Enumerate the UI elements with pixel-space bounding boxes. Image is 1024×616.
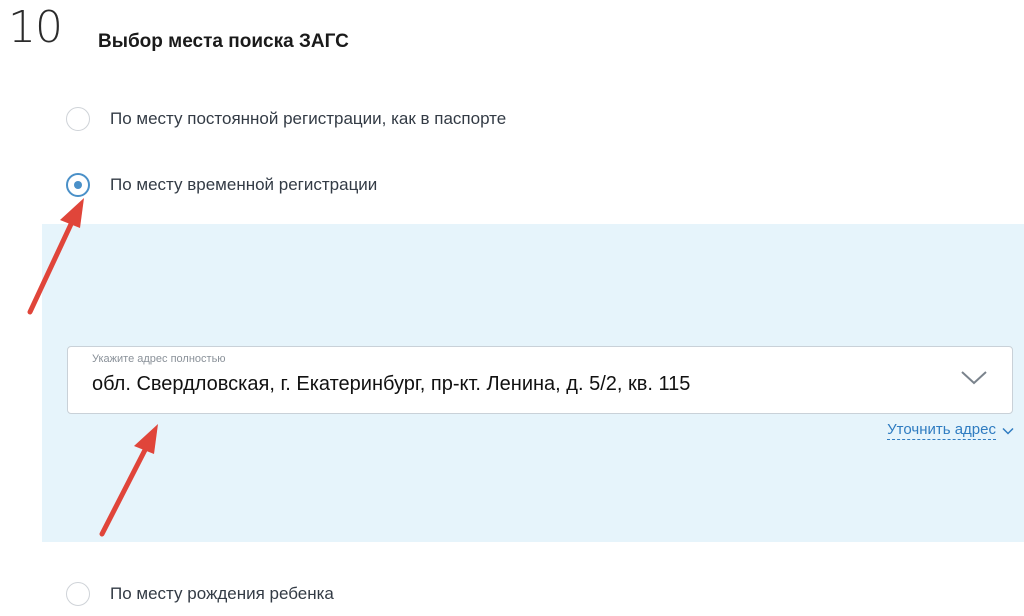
address-value[interactable]: обл. Свердловская, г. Екатеринбург, пр-к… [92, 371, 690, 397]
radio-temporary-registration[interactable] [66, 173, 90, 197]
option-permanent-registration[interactable]: По месту постоянной регистрации, как в п… [66, 106, 506, 132]
option-child-birthplace[interactable]: По месту рождения ребенка [66, 581, 334, 607]
refine-address-label: Уточнить адрес [887, 421, 996, 440]
option-label: По месту постоянной регистрации, как в п… [110, 109, 507, 128]
step-number: 10 [8, 2, 63, 53]
section-title: Выбор места поиска ЗАГС [98, 31, 349, 52]
radio-permanent-registration[interactable] [66, 107, 90, 131]
address-placeholder: Укажите адрес полностью [92, 353, 226, 365]
refine-address-link[interactable]: Уточнить адрес [887, 421, 1014, 440]
chevron-down-icon [1002, 427, 1014, 435]
chevron-down-icon[interactable] [960, 367, 988, 387]
option-label: По месту рождения ребенка [110, 584, 334, 603]
option-label: По месту временной регистрации [110, 175, 378, 194]
option-temporary-registration[interactable]: По месту временной регистрации [66, 172, 377, 198]
radio-child-birthplace[interactable] [66, 582, 90, 606]
address-field[interactable]: Укажите адрес полностью обл. Свердловска… [67, 346, 1013, 414]
